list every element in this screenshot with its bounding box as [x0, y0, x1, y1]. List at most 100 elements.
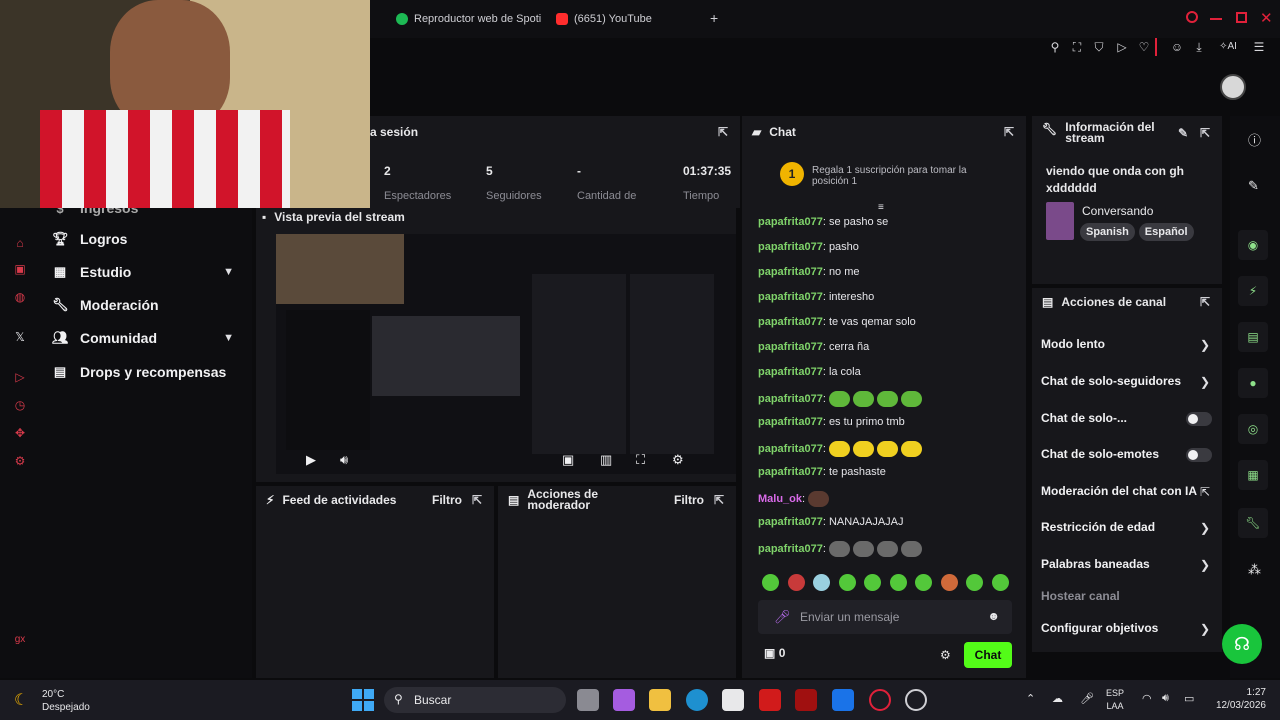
- edit-icon[interactable]: ✎: [1176, 126, 1190, 140]
- chat-username[interactable]: papafrita077: [758, 543, 823, 555]
- toggle-switch[interactable]: [1186, 412, 1212, 426]
- screenshot-icon[interactable]: ⛶: [1070, 40, 1084, 54]
- emote-picker-item[interactable]: [787, 574, 805, 591]
- play-icon[interactable]: ▶: [306, 452, 316, 468]
- layout-icon[interactable]: ▦: [1238, 460, 1268, 490]
- chat-emote[interactable]: [900, 391, 922, 407]
- edge-icon[interactable]: [686, 689, 708, 711]
- chat-username[interactable]: papafrita077: [758, 241, 823, 253]
- channel-action-item[interactable]: Chat de solo-seguidores: [1041, 374, 1181, 388]
- menu-icon[interactable]: ☰: [1252, 40, 1266, 54]
- rail-icon[interactable]: ✥: [13, 426, 27, 440]
- external-link-icon[interactable]: ⇱: [1200, 485, 1210, 499]
- chat-username[interactable]: papafrita077: [758, 393, 823, 405]
- toggle-switch[interactable]: [1186, 448, 1212, 462]
- popout-icon[interactable]: ⇱: [470, 493, 484, 507]
- chat-icon[interactable]: ●: [1238, 368, 1268, 398]
- tag[interactable]: Español: [1138, 223, 1194, 241]
- rail-icon[interactable]: ◍: [13, 290, 27, 304]
- app-icon[interactable]: [759, 689, 781, 711]
- emoji-icon[interactable]: ☻: [987, 609, 1000, 623]
- rail-icon[interactable]: ▷: [13, 370, 27, 384]
- chevron-right-icon[interactable]: ❯: [1200, 521, 1210, 535]
- play-icon[interactable]: ▷: [1115, 40, 1129, 54]
- edit-icon[interactable]: ✎: [1248, 178, 1259, 194]
- chat-username[interactable]: papafrita077: [758, 366, 823, 378]
- chat-username[interactable]: papafrita077: [758, 266, 823, 278]
- chat-username[interactable]: papafrita077: [758, 466, 823, 478]
- filter-button[interactable]: Filtro: [432, 493, 462, 507]
- channel-action-item[interactable]: Palabras baneadas: [1041, 557, 1150, 571]
- profile-icon[interactable]: ☺: [1170, 40, 1184, 54]
- chat-emote[interactable]: [828, 441, 850, 457]
- broadcast-icon[interactable]: ◎: [1238, 414, 1268, 444]
- channel-action-item[interactable]: Chat de solo-emotes: [1041, 447, 1159, 461]
- dropbox-icon[interactable]: [832, 689, 854, 711]
- nav-item-comunidad[interactable]: 👥︎ Comunidad: [52, 330, 157, 346]
- channel-action-item[interactable]: Modo lento: [1041, 337, 1105, 351]
- tab-spotify[interactable]: Reproductor web de Spoti: [396, 8, 541, 30]
- file-explorer-icon[interactable]: [649, 689, 671, 711]
- stream-preview-video[interactable]: ▶ 🔊︎ ▣ ▥ ⛶ ⚙: [276, 234, 736, 474]
- chat-username[interactable]: papafrita077: [758, 216, 823, 228]
- gear-icon[interactable]: ⚙: [940, 648, 951, 662]
- wrench-icon[interactable]: 🔧︎: [1238, 508, 1268, 538]
- send-chat-button[interactable]: Chat: [964, 642, 1012, 668]
- rail-icon[interactable]: ▣: [13, 262, 27, 276]
- info-icon[interactable]: ⓘ: [1248, 130, 1261, 149]
- chat-username[interactable]: papafrita077: [758, 316, 823, 328]
- chat-emote[interactable]: [828, 541, 850, 557]
- popout-icon[interactable]: ⇱: [1198, 295, 1212, 309]
- popout-icon[interactable]: ⇱: [1198, 126, 1212, 140]
- battery-icon[interactable]: ▭: [1184, 692, 1194, 705]
- chevron-right-icon[interactable]: ❯: [1200, 558, 1210, 572]
- taskbar-search[interactable]: ⚲ Buscar: [384, 687, 566, 713]
- new-tab-button[interactable]: +: [710, 10, 718, 26]
- chevron-right-icon[interactable]: ❯: [1200, 622, 1210, 636]
- chevron-right-icon[interactable]: ❯: [1200, 338, 1210, 352]
- ai-icon[interactable]: ✧AI: [1216, 40, 1240, 54]
- opera-gx-icon[interactable]: [869, 689, 891, 711]
- chat-emote[interactable]: [852, 541, 874, 557]
- channel-action-item[interactable]: Moderación del chat con IA: [1041, 484, 1197, 498]
- obs-icon[interactable]: [905, 689, 927, 711]
- chevron-right-icon[interactable]: ❯: [1200, 375, 1210, 389]
- clock[interactable]: 1:27 12/03/2026: [1206, 686, 1266, 712]
- copilot-icon[interactable]: [613, 689, 635, 711]
- popout-icon[interactable]: ⇱: [712, 493, 726, 507]
- chat-emote[interactable]: [876, 391, 898, 407]
- mic-icon[interactable]: 🎤︎: [1080, 692, 1094, 705]
- chat-emote[interactable]: [900, 441, 922, 457]
- language-indicator[interactable]: ESP LAA: [1106, 687, 1124, 713]
- emote-picker-item[interactable]: [813, 574, 830, 591]
- chevron-up-icon[interactable]: ⌃: [1026, 692, 1035, 705]
- mic-icon[interactable]: 🎤︎: [774, 609, 791, 625]
- chevron-down-icon[interactable]: ▼: [223, 332, 234, 344]
- pin-icon[interactable]: ⚲: [1048, 40, 1062, 54]
- share-icon[interactable]: ⁂: [1248, 562, 1261, 578]
- chat-emote[interactable]: [876, 541, 898, 557]
- popout-icon[interactable]: ⇱: [1002, 125, 1016, 139]
- windows-start-icon[interactable]: [352, 689, 374, 711]
- channel-action-item[interactable]: Chat de solo-...: [1041, 411, 1127, 425]
- chat-username[interactable]: papafrita077: [758, 416, 823, 428]
- chat-emote[interactable]: [852, 391, 874, 407]
- shield-icon[interactable]: ⛉: [1092, 40, 1106, 54]
- camera-icon[interactable]: ▥: [600, 452, 612, 468]
- channel-action-item[interactable]: Hostear canal: [1041, 589, 1120, 603]
- channel-action-item[interactable]: Configurar objetivos: [1041, 621, 1158, 635]
- search-icon[interactable]: [1186, 11, 1198, 23]
- emote-picker-item[interactable]: [966, 574, 983, 591]
- chat-emote[interactable]: [852, 441, 874, 457]
- chat-username[interactable]: Malu_ok: [758, 493, 802, 505]
- close-icon[interactable]: ✕: [1260, 9, 1273, 27]
- emote-picker-item[interactable]: [991, 574, 1009, 591]
- chat-emote[interactable]: [876, 441, 898, 457]
- minimize-icon[interactable]: [1210, 18, 1222, 20]
- nav-item-estudio[interactable]: ▦ Estudio: [52, 264, 132, 280]
- chevron-down-icon[interactable]: ▼: [223, 266, 234, 278]
- chat-username[interactable]: papafrita077: [758, 516, 823, 528]
- chat-input[interactable]: 🎤︎ Enviar un mensaje ☻: [758, 600, 1012, 634]
- emote-picker-item[interactable]: [762, 574, 779, 591]
- volume-icon[interactable]: 🔊︎: [340, 452, 348, 468]
